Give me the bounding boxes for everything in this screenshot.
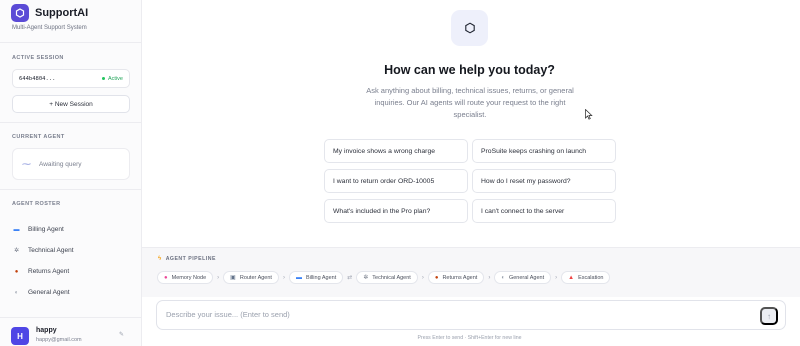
gear-icon: ✲ <box>363 275 369 281</box>
hexagon-logo-icon <box>11 4 29 22</box>
pipeline-label-text: AGENT PIPELINE <box>165 256 216 262</box>
status-dot-icon <box>102 77 106 80</box>
waiting-icon: ⁓ <box>22 158 31 169</box>
edit-icon[interactable]: ✎ <box>119 331 124 338</box>
pipeline-nodes: ● Memory Node › ▣ Router Agent › ▬ Billing … <box>157 271 611 284</box>
pipeline-node-returns: ● Returns Agent <box>427 271 485 284</box>
sidebar: SupportAI Multi-Agent Support System ACT… <box>0 0 142 346</box>
user-profile[interactable]: H happy happy@gmail.com ✎ <box>0 317 142 346</box>
pipeline-node-label: Memory Node <box>171 274 207 281</box>
suggestion-button[interactable]: ProSuite keeps crashing on launch <box>472 139 616 163</box>
roster-item-label: General Agent <box>28 289 70 296</box>
suggestion-button[interactable]: My invoice shows a wrong charge <box>324 139 468 163</box>
roster-item-label: Returns Agent <box>28 268 70 275</box>
status-badge: Active <box>102 76 123 82</box>
brand: SupportAI <box>11 4 88 22</box>
session-row[interactable]: 644b4804... Active <box>12 69 130 88</box>
divider <box>0 189 142 190</box>
brand-subtitle: Multi-Agent Support System <box>12 25 87 31</box>
pipeline-node-billing: ▬ Billing Agent <box>288 271 344 284</box>
new-session-button[interactable]: + New Session <box>12 95 130 113</box>
pipeline-node-label: General Agent <box>508 274 545 281</box>
send-button[interactable]: ↑ <box>760 307 778 325</box>
roster-item-label: Technical Agent <box>28 247 74 254</box>
chat-icon: ◐ <box>14 289 19 296</box>
pipeline-node-memory: ● Memory Node <box>157 271 214 284</box>
divider <box>0 122 142 123</box>
brain-icon: ● <box>164 274 168 281</box>
package-icon: ● <box>14 268 19 275</box>
suggestion-button[interactable]: I want to return order ORD-10005 <box>324 169 468 193</box>
main-panel: How can we help you today? Ask anything … <box>142 0 800 346</box>
roster-item-technical[interactable]: ✲ Technical Agent <box>12 240 74 261</box>
chevron-right-icon: › <box>217 274 220 281</box>
brand-name: SupportAI <box>35 7 89 19</box>
suggestion-button[interactable]: I can't connect to the server <box>472 199 616 223</box>
credit-card-icon: ▬ <box>295 274 302 281</box>
gear-icon: ✲ <box>13 248 20 254</box>
roster-item-label: Billing Agent <box>28 226 64 233</box>
mouse-cursor-icon <box>585 108 593 122</box>
agent-roster: ▬ Billing Agent ✲ Technical Agent ● Retu… <box>12 219 74 303</box>
pipeline-node-label: Technical Agent <box>372 274 411 281</box>
current-agent-label: CURRENT AGENT <box>12 134 65 140</box>
agent-roster-label: AGENT ROSTER <box>12 201 61 207</box>
active-session-label: ACTIVE SESSION <box>12 55 64 61</box>
chevron-right-icon: › <box>555 274 558 281</box>
swap-icon: ⇄ <box>347 275 353 281</box>
pipeline-label: ϟ AGENT PIPELINE <box>158 256 216 262</box>
chevron-right-icon: › <box>488 274 491 281</box>
router-icon: ▣ <box>230 275 236 281</box>
current-agent-card: ⁓ Awaiting query <box>12 148 130 180</box>
credit-card-icon: ▬ <box>13 226 20 233</box>
agent-pipeline: ϟ AGENT PIPELINE ● Memory Node › ▣ Router … <box>142 247 800 297</box>
message-input[interactable] <box>166 310 726 319</box>
chevron-right-icon: › <box>421 274 424 281</box>
session-id: 644b4804... <box>19 75 56 82</box>
chevron-right-icon: › <box>282 274 285 281</box>
suggestion-button[interactable]: What's included in the Pro plan? <box>324 199 468 223</box>
lightning-icon: ϟ <box>158 256 162 262</box>
composer: ↑ <box>156 300 786 330</box>
roster-item-billing[interactable]: ▬ Billing Agent <box>12 219 74 240</box>
pipeline-node-label: Router Agent <box>239 274 272 281</box>
hexagon-icon <box>451 10 488 46</box>
alert-icon: ▲ <box>568 274 575 281</box>
current-agent-status: Awaiting query <box>39 160 82 168</box>
pipeline-node-general: ◐ General Agent <box>494 271 552 284</box>
pipeline-node-router: ▣ Router Agent <box>223 271 279 284</box>
status-text: Active <box>108 75 123 82</box>
chat-icon: ◐ <box>501 274 505 281</box>
user-email: happy@gmail.com <box>36 337 82 343</box>
page-title: How can we help you today? <box>384 63 555 77</box>
suggestion-button[interactable]: How do I reset my password? <box>472 169 616 193</box>
page-subtitle: Ask anything about billing, technical is… <box>366 86 574 119</box>
roster-item-returns[interactable]: ● Returns Agent <box>12 261 74 282</box>
avatar: H <box>11 327 29 345</box>
divider <box>0 42 142 43</box>
roster-item-general[interactable]: ◐ General Agent <box>12 282 74 303</box>
user-name: happy <box>36 327 57 334</box>
composer-hint: Press Enter to send · Shift+Enter for ne… <box>417 335 522 341</box>
pipeline-node-label: Escalation <box>578 274 604 281</box>
pipeline-node-label: Billing Agent <box>305 274 337 281</box>
pipeline-node-technical: ✲ Technical Agent <box>356 271 418 284</box>
pipeline-node-escalation: ▲ Escalation <box>561 271 611 284</box>
pipeline-node-label: Returns Agent <box>442 274 478 281</box>
package-icon: ● <box>434 274 439 281</box>
